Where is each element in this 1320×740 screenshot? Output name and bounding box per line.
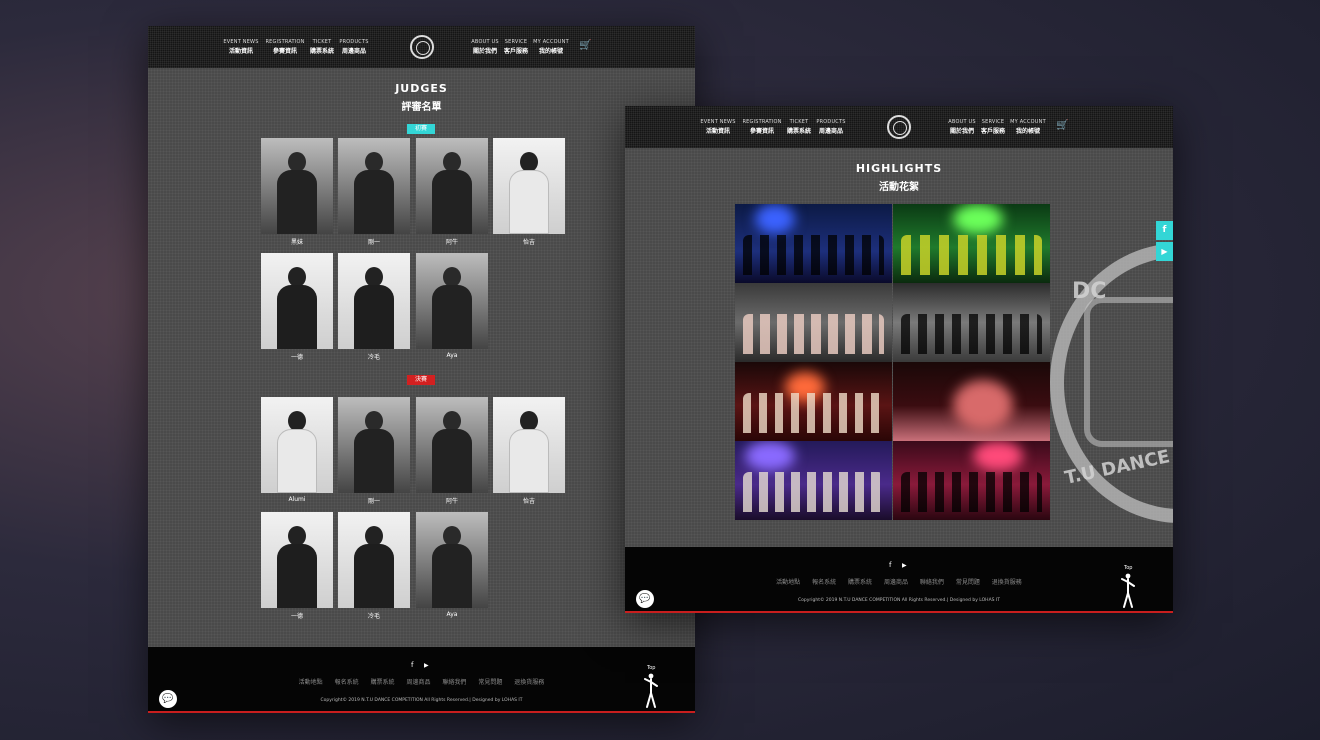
ntu-dance-logo-icon[interactable] bbox=[410, 35, 434, 59]
facebook-icon[interactable]: f bbox=[889, 561, 891, 569]
gallery-photo[interactable] bbox=[893, 283, 1050, 362]
nav-my-account[interactable]: MY ACCOUNT 我的帳號 bbox=[533, 39, 569, 55]
nav-event-news[interactable]: EVENT NEWS 活動資訊 bbox=[223, 39, 258, 55]
judge-name: 阿牛 bbox=[445, 239, 458, 246]
nav-registration[interactable]: REGISTRATION 參賽資訊 bbox=[265, 39, 304, 55]
footer-link[interactable]: 報名系統 bbox=[335, 679, 359, 686]
facebook-icon[interactable]: f bbox=[411, 661, 413, 669]
messenger-icon[interactable]: 💬 bbox=[159, 690, 177, 708]
footer: f ▶ 活動地點 報名系統 購票系統 周邊商品 聯絡我們 常見問題 退換貨服務 … bbox=[625, 547, 1173, 613]
gallery-photo[interactable] bbox=[735, 362, 892, 441]
nav-service[interactable]: SERVICE 客戶服務 bbox=[981, 119, 1005, 135]
nav-service[interactable]: SERVICE 客戶服務 bbox=[504, 39, 528, 55]
top-label: Top bbox=[647, 665, 656, 671]
footer-link[interactable]: 購票系統 bbox=[848, 579, 872, 586]
judge-name: 冷毛 bbox=[367, 613, 380, 620]
judge-photo[interactable] bbox=[493, 138, 565, 234]
nav-registration[interactable]: REGISTRATION 參賽資訊 bbox=[742, 119, 781, 135]
gallery-photo[interactable] bbox=[893, 441, 1050, 520]
footer-link[interactable]: 常見問題 bbox=[956, 579, 980, 586]
ntu-dance-logo-icon[interactable] bbox=[887, 115, 911, 139]
judge-name: 一德 bbox=[290, 613, 303, 620]
footer-link[interactable]: 常見問題 bbox=[478, 679, 502, 686]
footer-link[interactable]: 活動地點 bbox=[299, 679, 323, 686]
judge-name: 剛一 bbox=[367, 239, 380, 246]
top-navigation: EVENT NEWS 活動資訊 REGISTRATION 參賽資訊 TICKET… bbox=[148, 26, 695, 68]
judge-photo[interactable] bbox=[338, 512, 410, 608]
footer-links: 活動地點 報名系統 購票系統 周邊商品 聯絡我們 常見問題 退換貨服務 bbox=[625, 577, 1173, 586]
nav-event-news[interactable]: EVENT NEWS 活動資訊 bbox=[700, 119, 735, 135]
footer-links: 活動地點 報名系統 購票系統 周邊商品 聯絡我們 常見問題 退換貨服務 bbox=[148, 677, 695, 686]
footer-link[interactable]: 報名系統 bbox=[812, 579, 836, 586]
judges-title: JUDGES 評審名單 bbox=[395, 82, 448, 113]
judge-name: 怡吉 bbox=[522, 239, 535, 246]
footer-link[interactable]: 退換貨服務 bbox=[992, 579, 1022, 586]
judge-name: Alumi bbox=[288, 496, 306, 503]
gallery-photo[interactable] bbox=[735, 204, 892, 283]
judge-photo[interactable] bbox=[416, 512, 488, 608]
judge-photo[interactable] bbox=[261, 253, 333, 349]
judge-photo[interactable] bbox=[493, 397, 565, 493]
nav-my-account[interactable]: MY ACCOUNT 我的帳號 bbox=[1010, 119, 1046, 135]
messenger-icon[interactable]: 💬 bbox=[636, 590, 654, 608]
nav-products[interactable]: PRODUCTS 周邊商品 bbox=[339, 39, 368, 55]
prelim-badge: 初賽 bbox=[407, 124, 435, 134]
footer-link[interactable]: 周邊商品 bbox=[406, 679, 430, 686]
judge-name: 黑妹 bbox=[290, 239, 303, 246]
judge-photo[interactable] bbox=[338, 138, 410, 234]
nav-about-us[interactable]: ABOUT US 關於我們 bbox=[471, 39, 498, 55]
judge-name: 一德 bbox=[290, 354, 303, 361]
judge-name: 冷毛 bbox=[367, 354, 380, 361]
side-youtube-button[interactable]: ▶ bbox=[1156, 242, 1173, 261]
judge-photo[interactable] bbox=[261, 512, 333, 608]
footer-link[interactable]: 聯絡我們 bbox=[442, 679, 466, 686]
ntu-dance-watermark-logo: DC T.U DANCE bbox=[1050, 243, 1173, 523]
back-to-top-dancer-icon[interactable] bbox=[1121, 573, 1135, 609]
copyright-text: Copyright© 2019 N.T.U DANCE COMPETITION … bbox=[320, 698, 523, 703]
judge-name: 剛一 bbox=[367, 498, 380, 505]
gallery-photo[interactable] bbox=[893, 204, 1050, 283]
youtube-icon[interactable]: ▶ bbox=[424, 662, 429, 669]
judge-photo[interactable] bbox=[261, 397, 333, 493]
judge-photo[interactable] bbox=[338, 397, 410, 493]
judge-name: Aya bbox=[446, 611, 458, 618]
judge-photo[interactable] bbox=[416, 253, 488, 349]
footer-link[interactable]: 周邊商品 bbox=[884, 579, 908, 586]
gallery-photo[interactable] bbox=[893, 362, 1050, 441]
gallery-photo[interactable] bbox=[735, 441, 892, 520]
footer: f ▶ 活動地點 報名系統 購票系統 周邊商品 聯絡我們 常見問題 退換貨服務 … bbox=[148, 647, 695, 713]
top-label: Top bbox=[1124, 565, 1133, 571]
back-to-top-dancer-icon[interactable] bbox=[644, 673, 658, 709]
gallery-photo[interactable] bbox=[735, 283, 892, 362]
final-badge: 決賽 bbox=[407, 375, 435, 385]
highlights-page-screenshot: EVENT NEWS 活動資訊 REGISTRATION 參賽資訊 TICKET… bbox=[625, 106, 1173, 613]
nav-products[interactable]: PRODUCTS 周邊商品 bbox=[816, 119, 845, 135]
footer-link[interactable]: 聯絡我們 bbox=[920, 579, 944, 586]
judge-name: 怡吉 bbox=[522, 498, 535, 505]
judge-name: Aya bbox=[446, 352, 458, 359]
nav-ticket[interactable]: TICKET 購票系統 bbox=[310, 39, 334, 55]
nav-about-us[interactable]: ABOUT US 關於我們 bbox=[948, 119, 975, 135]
nav-ticket[interactable]: TICKET 購票系統 bbox=[787, 119, 811, 135]
cart-icon[interactable]: 🛒 bbox=[579, 40, 591, 51]
cart-icon[interactable]: 🛒 bbox=[1056, 120, 1068, 131]
side-facebook-button[interactable]: f bbox=[1156, 221, 1173, 240]
footer-link[interactable]: 購票系統 bbox=[371, 679, 395, 686]
footer-link[interactable]: 活動地點 bbox=[776, 579, 800, 586]
copyright-text: Copyright© 2019 N.T.U DANCE COMPETITION … bbox=[797, 598, 1001, 603]
judge-photo[interactable] bbox=[416, 138, 488, 234]
judge-name: 阿牛 bbox=[445, 498, 458, 505]
footer-link[interactable]: 退換貨服務 bbox=[514, 679, 544, 686]
judge-photo[interactable] bbox=[338, 253, 410, 349]
judge-photo[interactable] bbox=[261, 138, 333, 234]
judges-page-screenshot: EVENT NEWS 活動資訊 REGISTRATION 參賽資訊 TICKET… bbox=[148, 26, 695, 713]
top-navigation: EVENT NEWS 活動資訊 REGISTRATION 參賽資訊 TICKET… bbox=[625, 106, 1173, 148]
youtube-icon[interactable]: ▶ bbox=[902, 562, 907, 569]
highlights-title: HIGHLIGHTS 活動花絮 bbox=[855, 162, 943, 193]
judge-photo[interactable] bbox=[416, 397, 488, 493]
